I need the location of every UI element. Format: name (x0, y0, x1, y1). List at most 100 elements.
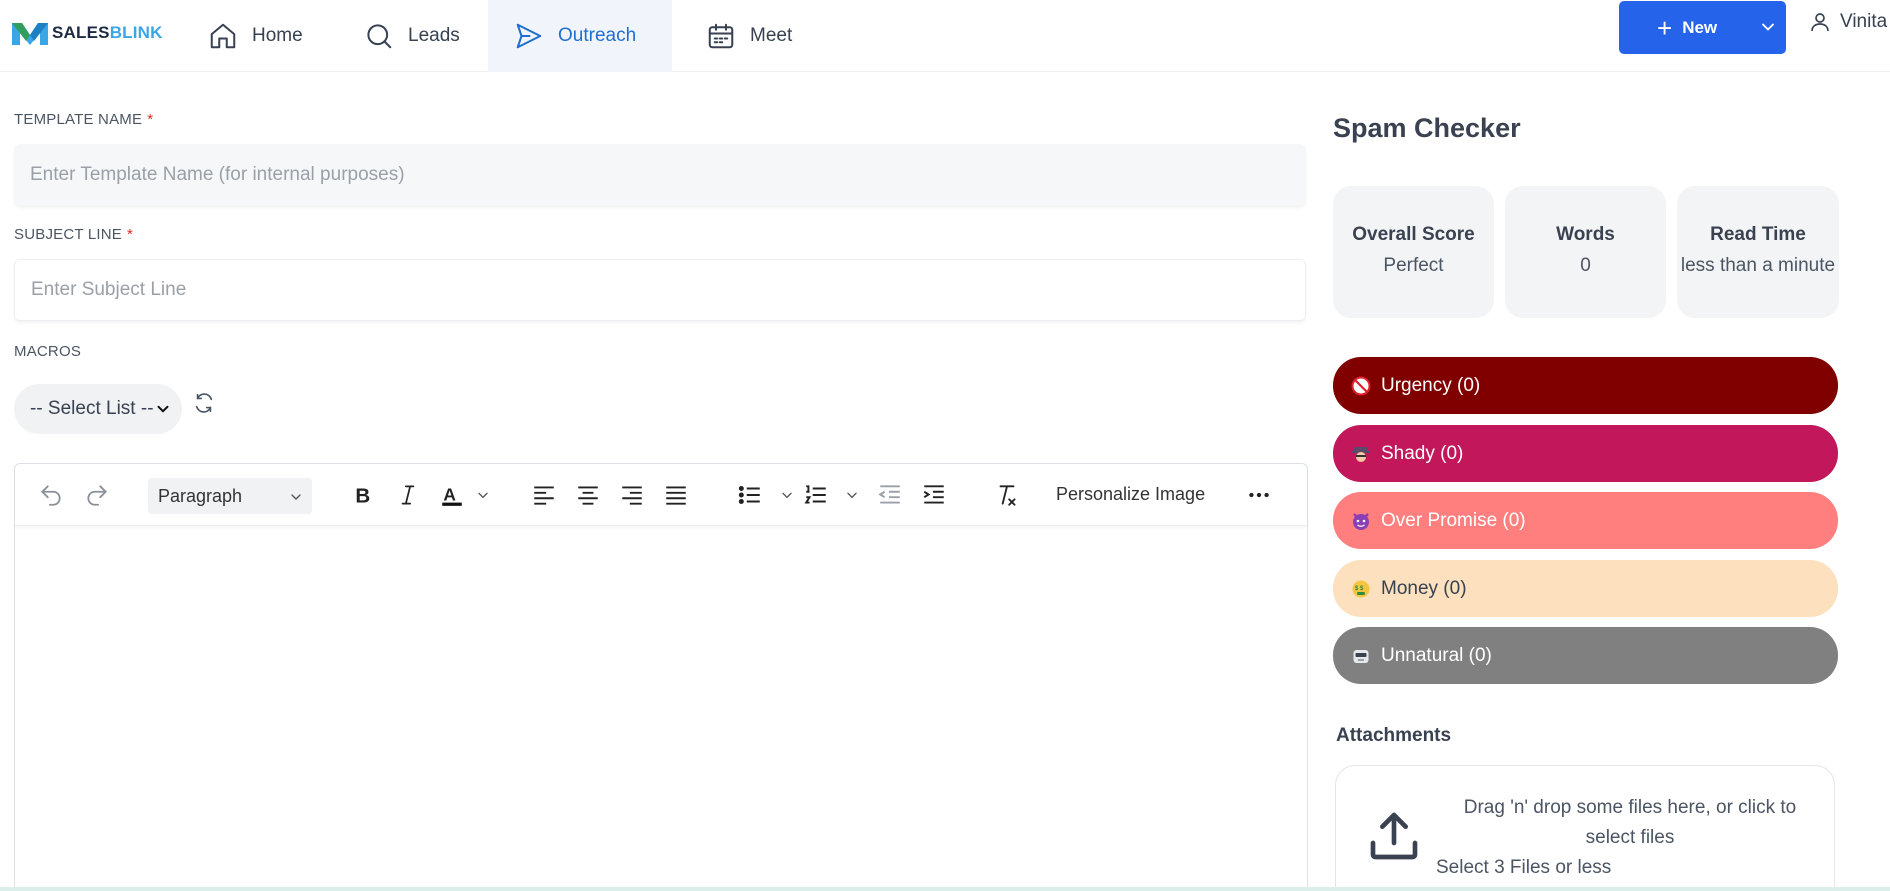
user-name: Vinita (1840, 11, 1888, 32)
words-value: 0 (1580, 255, 1591, 276)
more-options-button[interactable] (1244, 480, 1274, 510)
outdent-icon (878, 485, 900, 504)
macros-select[interactable]: -- Select List -- (14, 384, 182, 434)
new-button[interactable]: + New (1619, 1, 1786, 54)
template-name-input[interactable] (14, 144, 1306, 206)
chevron-down-icon (847, 492, 857, 499)
undo-icon (41, 485, 61, 506)
personalize-image-button[interactable]: Personalize Image (1056, 484, 1205, 505)
user-icon (1811, 13, 1829, 32)
required-mark: * (127, 226, 134, 243)
send-icon (516, 23, 542, 49)
attachments-title: Attachments (1336, 725, 1452, 746)
no-entry-icon (1351, 376, 1371, 395)
urgency-label: Urgency (0) (1381, 374, 1481, 396)
salesblink-logo-icon (12, 23, 48, 45)
nav-leads[interactable]: Leads (338, 0, 486, 72)
over-promise-label: Over Promise (0) (1381, 509, 1526, 531)
new-button-label: New (1682, 17, 1718, 37)
nav-outreach[interactable]: Outreach (488, 0, 672, 72)
home-icon (210, 23, 236, 49)
over-promise-category[interactable]: Over Promise (0) (1333, 492, 1838, 549)
read-time-card: Read Time less than a minute (1677, 186, 1839, 318)
text-color-icon: A (442, 484, 462, 506)
redo-icon (87, 485, 107, 506)
numbered-list-button[interactable] (801, 480, 831, 510)
email-editor[interactable]: Paragraph B A Personalize Image (14, 463, 1308, 891)
align-center-icon (578, 486, 598, 505)
nav-home-label: Home (252, 25, 303, 46)
overall-score-value: Perfect (1383, 255, 1444, 276)
bold-icon: B (355, 485, 370, 508)
redo-button[interactable] (82, 480, 112, 510)
italic-icon (401, 485, 415, 505)
chevron-down-icon (478, 492, 488, 499)
nav-meet-label: Meet (750, 25, 793, 46)
bullet-list-button[interactable] (735, 480, 765, 510)
outdent-button[interactable] (875, 480, 905, 510)
refresh-icon[interactable] (193, 392, 215, 414)
overall-score-title: Overall Score (1352, 224, 1475, 245)
shady-category[interactable]: Shady (0) (1333, 425, 1838, 482)
words-title: Words (1556, 224, 1615, 245)
bullet-list-dropdown[interactable] (779, 480, 795, 510)
nav-home[interactable]: Home (182, 0, 329, 72)
editor-toolbar: Paragraph B A Personalize Image (15, 464, 1307, 526)
nav-outreach-label: Outreach (558, 25, 637, 46)
user-menu[interactable]: Vinita (1808, 10, 1887, 34)
clear-formatting-icon (999, 485, 1016, 506)
align-center-button[interactable] (573, 480, 603, 510)
chevron-down-icon (157, 405, 169, 413)
plus-icon: + (1657, 12, 1673, 43)
align-right-icon (622, 486, 642, 505)
clear-formatting-button[interactable] (992, 480, 1022, 510)
salesblink-logo[interactable]: SALESBLINK (10, 16, 163, 50)
money-category[interactable]: $ $ Money (0) (1333, 560, 1838, 617)
devil-face-icon (1353, 512, 1369, 530)
subject-line-label: SUBJECT LINE * (14, 226, 134, 243)
upload-icon (1370, 812, 1418, 860)
search-icon (367, 24, 392, 49)
align-justify-button[interactable] (661, 480, 691, 510)
chevron-down-icon (291, 494, 301, 500)
text-color-button[interactable]: A (437, 480, 467, 510)
align-justify-icon (666, 486, 686, 505)
overall-score-card: Overall Score Perfect (1333, 186, 1494, 318)
text-color-dropdown[interactable] (475, 480, 491, 510)
indent-button[interactable] (919, 480, 949, 510)
money-label: Money (0) (1381, 577, 1467, 599)
block-format-value: Paragraph (158, 485, 243, 506)
block-format-select[interactable]: Paragraph (148, 478, 312, 514)
indent-icon (923, 485, 944, 504)
more-horizontal-icon (1249, 492, 1269, 498)
numbered-list-icon (804, 485, 826, 504)
italic-button[interactable] (393, 480, 423, 510)
money-face-icon: $ $ (1352, 580, 1370, 597)
shady-label: Shady (0) (1381, 442, 1464, 464)
required-mark: * (147, 111, 154, 128)
nav-leads-label: Leads (408, 25, 460, 46)
nav-meet[interactable]: Meet (680, 0, 818, 72)
file-dropzone[interactable]: Drag 'n' drop some files here, or click … (1335, 765, 1835, 891)
top-navigation: SALESBLINK Home Leads Outreach Meet + Ne… (0, 0, 1890, 72)
dropzone-instructions: Drag 'n' drop some files here, or click … (1463, 797, 1797, 848)
urgency-category[interactable]: Urgency (0) (1333, 357, 1838, 414)
chevron-down-icon[interactable] (1758, 17, 1778, 37)
align-right-button[interactable] (617, 480, 647, 510)
robot-face-icon (1353, 649, 1369, 663)
align-left-button[interactable] (529, 480, 559, 510)
numbered-list-dropdown[interactable] (844, 480, 860, 510)
template-name-label: TEMPLATE NAME * (14, 111, 154, 128)
subject-line-input[interactable] (14, 259, 1306, 321)
unnatural-category[interactable]: Unnatural (0) (1333, 627, 1838, 684)
macros-label: MACROS (14, 343, 82, 360)
macros-select-value: -- Select List -- (30, 398, 154, 419)
read-time-title: Read Time (1710, 224, 1806, 245)
read-time-value: less than a minute (1680, 255, 1836, 276)
bottom-divider (0, 887, 1890, 891)
svg-text:$ $: $ $ (1355, 586, 1364, 592)
spam-checker-title: Spam Checker (1333, 113, 1521, 143)
undo-button[interactable] (36, 480, 66, 510)
bold-button[interactable]: B (348, 480, 378, 510)
chevron-down-icon (782, 492, 792, 499)
